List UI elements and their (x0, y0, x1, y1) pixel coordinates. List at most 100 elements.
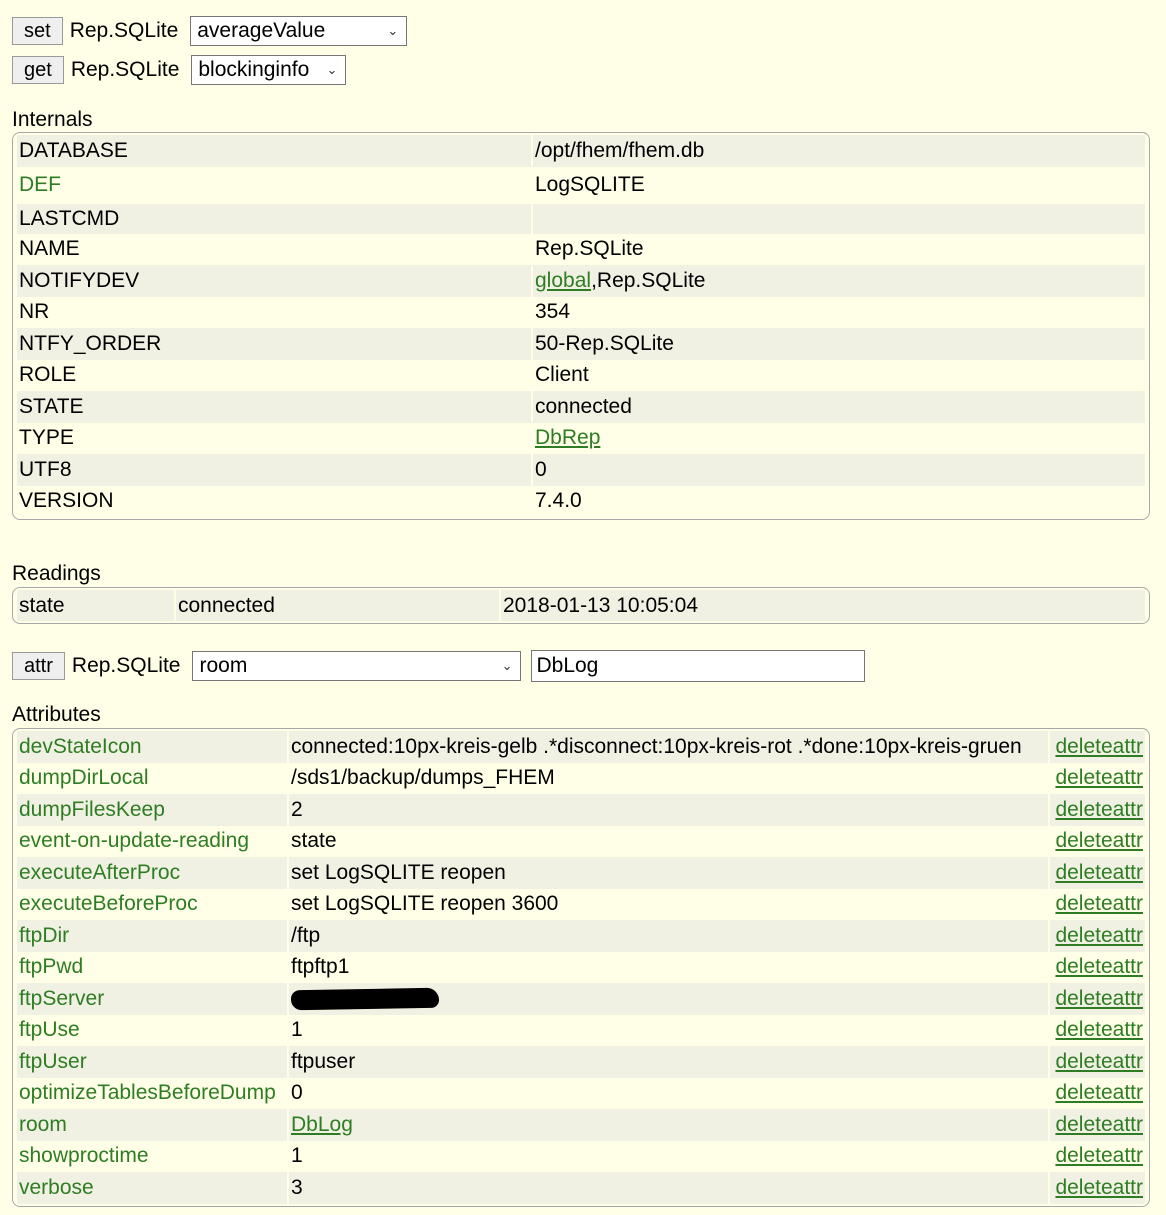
get-button[interactable]: get (12, 56, 64, 84)
attribute-row: verbose 3 deleteattr (17, 1172, 1145, 1204)
internal-value: 50-Rep.SQLite (533, 328, 1145, 360)
internal-value-link[interactable]: DbRep (535, 426, 600, 449)
attribute-value-text: connected:10px-kreis-gelb .*disconnect:1… (291, 734, 1022, 758)
internal-value-text: connected (535, 394, 632, 418)
attributes-block: devStateIcon connected:10px-kreis-gelb .*… (12, 728, 1150, 1207)
deleteattr-link[interactable]: deleteattr (1055, 829, 1143, 852)
attr-name-select[interactable]: room ⌄ (192, 651, 522, 681)
internal-key: STATE (17, 391, 531, 423)
attr-value-input[interactable]: DbLog (531, 650, 866, 682)
attribute-value-link[interactable]: DbLog (291, 1113, 353, 1136)
deleteattr-link[interactable]: deleteattr (1055, 1081, 1143, 1104)
attribute-value-text: 0 (291, 1081, 303, 1105)
attribute-name[interactable]: ftpPwd (17, 951, 287, 983)
internal-key: NAME (17, 233, 531, 265)
attribute-value: DbLog (289, 1109, 1049, 1141)
internal-value-text: 50-Rep.SQLite (535, 331, 674, 355)
deleteattr-link[interactable]: deleteattr (1055, 766, 1143, 789)
internal-value-text: 7.4.0 (535, 489, 582, 513)
attribute-value-text: /sds1/backup/dumps_FHEM (291, 766, 555, 790)
attribute-row: ftpServer deleteattr (17, 983, 1145, 1015)
redaction-mark (290, 987, 440, 1011)
attribute-name[interactable]: optimizeTablesBeforeDump (17, 1077, 287, 1109)
internal-value-link[interactable]: global (535, 269, 591, 292)
internal-value-text: 0 (535, 457, 547, 481)
set-command-select[interactable]: averageValue ⌄ (190, 16, 408, 46)
attribute-row: showproctime 1 deleteattr (17, 1140, 1145, 1172)
chevron-down-icon: ⌄ (501, 658, 513, 673)
internal-value: 354 (533, 296, 1145, 328)
deleteattr-link[interactable]: deleteattr (1055, 798, 1143, 821)
attribute-delete-cell: deleteattr (1050, 1140, 1145, 1172)
deleteattr-link[interactable]: deleteattr (1055, 955, 1143, 978)
internals-row: UTF8 0 (17, 454, 1145, 486)
attribute-name[interactable]: dumpFilesKeep (17, 794, 287, 826)
attribute-value: set LogSQLITE reopen (289, 857, 1049, 889)
attr-device-name: Rep.SQLite (71, 654, 181, 677)
attribute-name[interactable]: ftpUser (17, 1046, 287, 1078)
internals-row: DATABASE/opt/fhem/fhem.db (17, 135, 1145, 167)
internals-row: DEF LogSQLITE (17, 166, 1145, 204)
attribute-delete-cell: deleteattr (1050, 983, 1145, 1015)
set-button[interactable]: set (12, 17, 63, 45)
chevron-down-icon: ⌄ (387, 23, 399, 38)
deleteattr-link[interactable]: deleteattr (1055, 1144, 1143, 1167)
internal-value-text: ,Rep.SQLite (591, 268, 706, 292)
deleteattr-link[interactable]: deleteattr (1055, 924, 1143, 947)
attribute-delete-cell: deleteattr (1050, 920, 1145, 952)
attribute-value: connected:10px-kreis-gelb .*disconnect:1… (289, 731, 1049, 763)
attribute-value: ftpuser (289, 1046, 1049, 1078)
attribute-name[interactable]: dumpDirLocal (17, 762, 287, 794)
deleteattr-link[interactable]: deleteattr (1055, 1176, 1143, 1199)
readings-row: state connected 2018-01-13 10:05:04 (17, 590, 1145, 621)
attribute-value: /ftp (289, 920, 1049, 952)
attribute-name[interactable]: ftpUse (17, 1014, 287, 1046)
internal-value: 0 (533, 454, 1145, 486)
get-selected-value: blockinginfo (198, 58, 310, 81)
deleteattr-link[interactable]: deleteattr (1055, 987, 1143, 1010)
attribute-value-text: state (291, 829, 337, 853)
attribute-value: 3 (289, 1172, 1049, 1204)
internals-row: ROLE Client (17, 359, 1145, 391)
attribute-name[interactable]: verbose (17, 1172, 287, 1204)
internal-key: ROLE (17, 359, 531, 391)
attribute-row: ftpPwd ftpftp1 deleteattr (17, 951, 1145, 983)
internal-value: 7.4.0 (533, 485, 1145, 517)
attribute-name[interactable]: executeBeforeProc (17, 888, 287, 920)
internal-key: NTFY_ORDER (17, 328, 531, 360)
deleteattr-link[interactable]: deleteattr (1055, 1050, 1143, 1073)
reading-timestamp: 2018-01-13 10:05:04 (501, 590, 1145, 621)
deleteattr-link[interactable]: deleteattr (1055, 1113, 1143, 1136)
attr-command-row: attr Rep.SQLite room ⌄ DbLog (12, 650, 866, 682)
attribute-value-text: ftpftp1 (291, 955, 350, 979)
attribute-value-text: set LogSQLITE reopen (291, 860, 506, 884)
attribute-name[interactable]: ftpServer (17, 983, 287, 1015)
deleteattr-link[interactable]: deleteattr (1055, 892, 1143, 915)
internals-row: NR 354 (17, 296, 1145, 328)
attribute-value-text: ftpuser (291, 1049, 356, 1073)
attribute-value-text: 1 (291, 1018, 303, 1042)
internal-key: TYPE (17, 422, 531, 454)
attribute-delete-cell: deleteattr (1050, 825, 1145, 857)
attribute-name[interactable]: room (17, 1109, 287, 1141)
internals-row: NTFY_ORDER 50-Rep.SQLite (17, 328, 1145, 360)
attribute-name[interactable]: showproctime (17, 1140, 287, 1172)
internal-value: /opt/fhem/fhem.db (533, 135, 1145, 167)
get-command-row: get Rep.SQLite blockinginfo ⌄ (12, 55, 347, 85)
internal-key: DATABASE (17, 135, 531, 167)
deleteattr-link[interactable]: deleteattr (1055, 861, 1143, 884)
deleteattr-link[interactable]: deleteattr (1055, 1018, 1143, 1041)
internal-key: UTF8 (17, 454, 531, 486)
attribute-name[interactable]: ftpDir (17, 920, 287, 952)
attr-button[interactable]: attr (12, 652, 65, 680)
attribute-value-text: 1 (291, 1144, 303, 1168)
set-command-row: set Rep.SQLite averageValue ⌄ (12, 16, 408, 46)
reading-name: state (17, 590, 174, 621)
attribute-name[interactable]: devStateIcon (17, 731, 287, 763)
internal-key[interactable]: DEF (17, 166, 531, 204)
deleteattr-link[interactable]: deleteattr (1055, 735, 1143, 758)
get-command-select[interactable]: blockinginfo ⌄ (191, 55, 347, 85)
attribute-delete-cell: deleteattr (1050, 951, 1145, 983)
attribute-name[interactable]: event-on-update-reading (17, 825, 287, 857)
attribute-name[interactable]: executeAfterProc (17, 857, 287, 889)
